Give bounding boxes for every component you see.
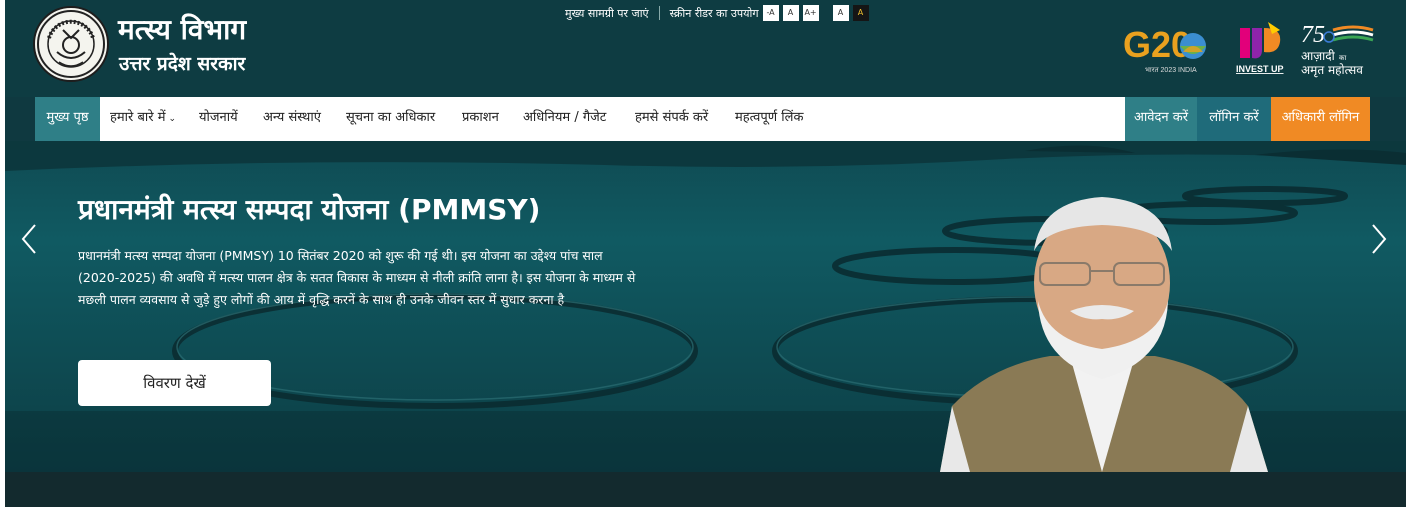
nav-item-contact[interactable]: हमसे संपर्क करें (635, 97, 708, 141)
azadi-line2: अमृत महोत्सव (1301, 63, 1363, 78)
section-strip (5, 472, 1406, 507)
font-normal-button[interactable]: A (782, 5, 799, 21)
azadi-small: का (1339, 54, 1346, 62)
nav-item-about[interactable]: हमारे बारे में ⌄ (110, 97, 176, 141)
page: मत्स्य विभाग उत्तर प्रदेश सरकार मुख्य सा… (5, 0, 1406, 507)
azadi-ka-amrit-mahotsav-logo[interactable]: 75 आज़ादी का अमृत महोत्सव (1295, 20, 1381, 80)
hero-description: प्रधानमंत्री मत्स्य सम्पदा योजना (PMMSY)… (78, 248, 636, 307)
accessibility-bar: मुख्य सामग्री पर जाएं स्क्रीन रीडर का उप… (565, 4, 869, 22)
nav-item-schemes[interactable]: योजनायें (199, 97, 238, 141)
officer-login-button[interactable]: अधिकारी लॉगिन (1271, 97, 1370, 141)
azadi-number: 75 (1301, 22, 1325, 48)
hero-slider: प्रधानमंत्री मत्स्य सम्पदा योजना (PMMSY)… (5, 141, 1406, 472)
divider (658, 6, 660, 20)
chevron-right-icon[interactable] (1367, 219, 1391, 259)
chevron-left-icon[interactable] (17, 219, 41, 259)
nav-item-important-links[interactable]: महत्वपूर्ण लिंक (735, 97, 803, 141)
view-details-button[interactable]: विवरण देखें (78, 360, 271, 406)
portrait-image (940, 197, 1268, 472)
invest-up-logo[interactable]: INVEST UP (1232, 22, 1286, 78)
skip-to-content-link[interactable]: मुख्य सामग्री पर जाएं (565, 6, 649, 21)
main-navigation: मुख्य पृष्ठ हमारे बारे में ⌄ योजनायें अन्… (35, 97, 1370, 141)
nav-item-other-institutions[interactable]: अन्य संस्थाएं (263, 97, 321, 141)
apply-button[interactable]: आवेदन करें (1125, 97, 1197, 141)
hero-title: प्रधानमंत्री मत्स्य सम्पदा योजना (PMMSY) (78, 193, 541, 226)
nav-item-about-label: हमारे बारे में (110, 110, 166, 125)
nav-item-acts-gazette[interactable]: अधिनियम / गैजेट (523, 97, 606, 141)
site-subtitle: उत्तर प्रदेश सरकार (119, 53, 246, 75)
invest-up-text: INVEST UP (1236, 64, 1284, 74)
font-decrease-button[interactable]: -A (762, 5, 779, 21)
login-button[interactable]: लॉगिन करें (1197, 97, 1271, 141)
light-theme-button[interactable]: A (832, 5, 849, 21)
screen-reader-link[interactable]: स्क्रीन रीडर का उपयोग (670, 6, 759, 21)
up-govt-emblem-icon[interactable] (33, 6, 109, 82)
font-increase-button[interactable]: A+ (802, 5, 819, 21)
dark-theme-button[interactable]: A (852, 5, 869, 21)
azadi-line1: आज़ादी (1301, 49, 1336, 63)
site-header: मत्स्य विभाग उत्तर प्रदेश सरकार मुख्य सा… (5, 0, 1406, 97)
g20-caption: भारत 2023 INDIA (1145, 67, 1197, 74)
chevron-down-icon: ⌄ (168, 114, 177, 124)
g20-logo[interactable]: G20 भारत 2023 INDIA (1123, 22, 1219, 78)
nav-item-publications[interactable]: प्रकाशन (462, 97, 499, 141)
site-title: मत्स्य विभाग (118, 13, 247, 46)
nav-item-home[interactable]: मुख्य पृष्ठ (35, 97, 100, 141)
nav-item-rti[interactable]: सूचना का अधिकार (346, 97, 435, 141)
